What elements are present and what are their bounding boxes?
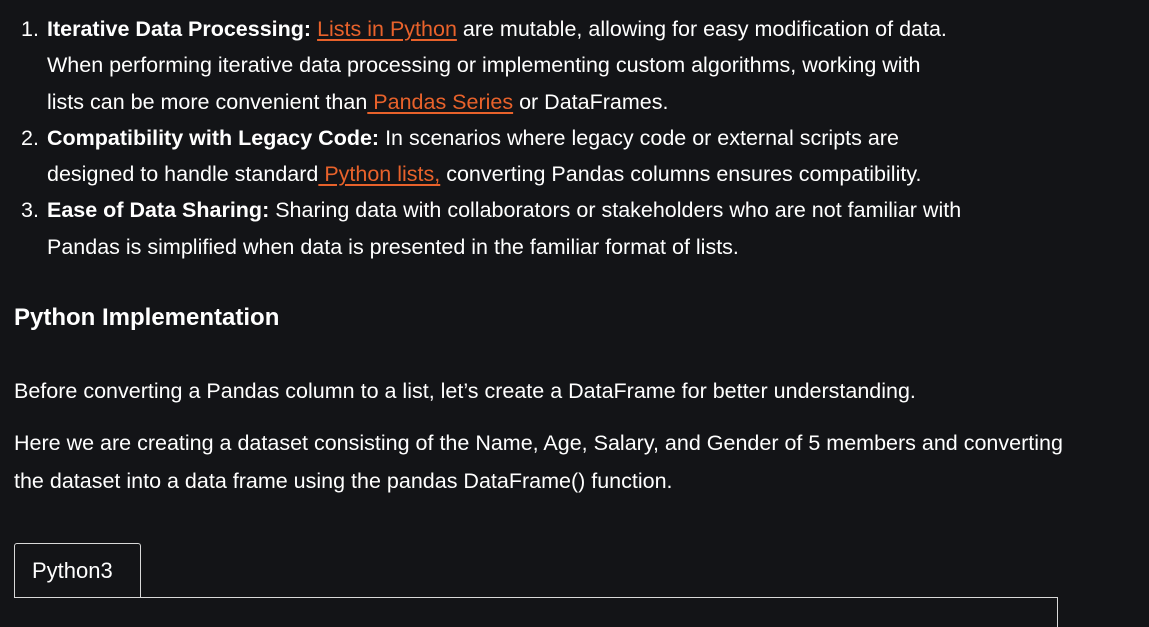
code-panel: [14, 597, 1058, 627]
list-item: 3. Ease of Data Sharing: Sharing data wi…: [14, 192, 1094, 265]
item-text: designed to handle standard: [47, 162, 319, 187]
list-item-line: lists can be more convenient than Pandas…: [47, 84, 1094, 120]
intro-paragraph: Before converting a Pandas column to a l…: [14, 379, 916, 403]
list-item-line: When performing iterative data processin…: [47, 53, 921, 78]
list-number: 3.: [21, 198, 39, 223]
item-term: Compatibility with Legacy Code:: [47, 125, 380, 150]
item-text: are mutable, allowing for easy modificat…: [456, 17, 947, 41]
item-text: Sharing data with collaborators or stake…: [269, 198, 962, 223]
python-lists-link[interactable]: Python lists,: [318, 162, 440, 186]
list-number: 2.: [21, 125, 39, 150]
list-item-line: designed to handle standard Python lists…: [47, 156, 1094, 192]
item-term: Ease of Data Sharing:: [47, 198, 270, 223]
benefits-list: 1. Iterative Data Processing: Lists in P…: [14, 11, 1094, 265]
list-item-line: Iterative Data Processing: Lists in Pyth…: [47, 11, 1094, 47]
item-term: Iterative Data Processing:: [47, 17, 312, 41]
item-text: lists can be more convenient than: [47, 89, 368, 114]
lists-in-python-link[interactable]: Lists in Python: [317, 17, 457, 41]
pandas-series-link[interactable]: Pandas Series: [367, 90, 513, 114]
tab-python3[interactable]: Python3: [14, 543, 141, 597]
list-number: 1.: [21, 17, 39, 41]
list-item-line: Ease of Data Sharing: Sharing data with …: [47, 192, 1094, 228]
list-item: 1. Iterative Data Processing: Lists in P…: [14, 11, 1094, 120]
item-text: In scenarios where legacy code or extern…: [379, 125, 899, 150]
item-text: converting Pandas columns ensures compat…: [440, 162, 922, 187]
tab-label: Python3: [32, 557, 113, 583]
list-item: 2. Compatibility with Legacy Code: In sc…: [14, 120, 1094, 193]
item-text: or DataFrames.: [513, 89, 669, 114]
section-heading: Python Implementation: [14, 304, 280, 331]
page: { "benefits": [ { "number": "1.", "term"…: [0, 0, 1149, 627]
code-tabs: Python3: [14, 543, 1058, 627]
dataset-paragraph: Here we are creating a dataset consistin…: [14, 431, 1063, 493]
list-item-line: Pandas is simplified when data is presen…: [47, 234, 739, 259]
list-item-line: Compatibility with Legacy Code: In scena…: [47, 120, 1094, 156]
